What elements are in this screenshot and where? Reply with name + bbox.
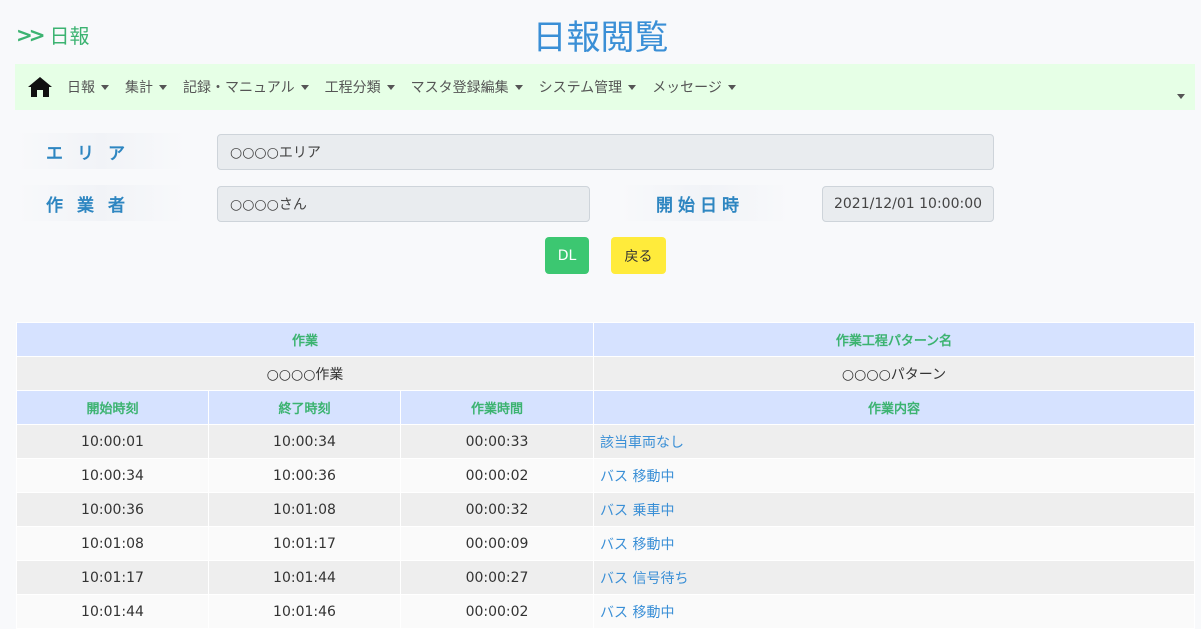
content-link[interactable]: バス 乗車中 xyxy=(593,492,1195,527)
home-icon[interactable] xyxy=(27,76,53,98)
nav-item-label: 記録・マニュアル xyxy=(183,80,295,96)
back-button[interactable]: 戻る xyxy=(611,237,666,274)
end-time-cell: 10:01:17 xyxy=(208,526,401,561)
caret-down-icon xyxy=(386,84,395,90)
content-link[interactable]: バス 移動中 xyxy=(593,594,1195,629)
duration-cell: 00:00:33 xyxy=(399,424,595,459)
col-header-duration: 作業時間 xyxy=(399,390,595,425)
start-time-cell: 10:00:01 xyxy=(16,424,209,459)
start-time-cell: 10:00:34 xyxy=(16,458,209,493)
caret-down-icon xyxy=(727,84,736,90)
nav-item-daily-report[interactable]: 日報 xyxy=(67,77,109,97)
table-row: 10:01:17 10:01:44 00:00:27 バス 信号待ち xyxy=(16,560,1195,595)
work-name-cell: ○○○○作業 xyxy=(15,356,595,391)
caret-down-icon xyxy=(1177,94,1185,99)
col-header-work: 作業 xyxy=(15,322,595,357)
duration-cell: 00:00:02 xyxy=(399,458,595,493)
header: >> 日報 日報閲覧 xyxy=(0,0,1201,64)
worker-label: 作業者 xyxy=(16,185,186,221)
caret-down-icon xyxy=(101,84,109,90)
nav-item-label: メッセージ xyxy=(652,80,722,96)
nav-more-dropdown[interactable] xyxy=(1171,84,1185,103)
duration-cell: 00:00:32 xyxy=(399,492,595,527)
start-time-cell: 10:00:36 xyxy=(16,492,209,527)
caret-down-icon xyxy=(628,84,637,90)
caret-down-icon xyxy=(159,84,167,90)
pattern-name-cell: ○○○○パターン xyxy=(593,356,1195,391)
download-button[interactable]: DL xyxy=(545,237,589,274)
caret-down-icon xyxy=(300,84,309,90)
end-time-cell: 10:01:08 xyxy=(208,492,401,527)
worker-field[interactable]: ○○○○さん xyxy=(217,186,590,222)
area-label: エリア xyxy=(16,133,186,169)
nav-item-master-edit[interactable]: マスタ登録編集 xyxy=(411,77,523,97)
page-title: 日報閲覧 xyxy=(532,18,669,58)
col-header-content: 作業内容 xyxy=(593,390,1195,425)
nav-item-message[interactable]: メッセージ xyxy=(652,77,736,97)
end-time-cell: 10:00:34 xyxy=(208,424,401,459)
caret-down-icon xyxy=(514,84,523,90)
nav-item-label: 工程分類 xyxy=(324,80,381,96)
start-time-cell: 10:01:08 xyxy=(16,526,209,561)
duration-cell: 00:00:09 xyxy=(399,526,595,561)
table-row: 10:00:01 10:00:34 00:00:33 該当車両なし xyxy=(16,424,1195,459)
content-link[interactable]: バス 移動中 xyxy=(593,458,1195,493)
table-row: 10:00:36 10:01:08 00:00:32 バス 乗車中 xyxy=(16,492,1195,527)
nav-item-records-manual[interactable]: 記録・マニュアル xyxy=(183,77,309,97)
end-time-cell: 10:01:46 xyxy=(208,594,401,629)
duration-cell: 00:00:02 xyxy=(399,594,595,629)
start-datetime-label: 開始日時 xyxy=(620,185,790,221)
nav-item-label: 集計 xyxy=(125,80,153,96)
content-link[interactable]: バス 信号待ち xyxy=(593,560,1195,595)
area-field[interactable]: ○○○○エリア xyxy=(217,134,994,170)
end-time-cell: 10:00:36 xyxy=(208,458,401,493)
nav-item-system-admin[interactable]: システム管理 xyxy=(539,77,637,97)
col-header-end: 終了時刻 xyxy=(208,390,401,425)
table-row: 10:01:44 10:01:46 00:00:02 バス 移動中 xyxy=(16,594,1195,629)
table-header-row: 作業 作業工程パターン名 xyxy=(15,322,1195,357)
nav-item-aggregate[interactable]: 集計 xyxy=(125,77,167,97)
col-header-start: 開始時刻 xyxy=(16,390,209,425)
table-info-row: ○○○○作業 ○○○○パターン xyxy=(15,356,1195,391)
start-time-cell: 10:01:44 xyxy=(16,594,209,629)
end-time-cell: 10:01:44 xyxy=(208,560,401,595)
duration-cell: 00:00:27 xyxy=(399,560,595,595)
content-link[interactable]: 該当車両なし xyxy=(593,424,1195,459)
nav-item-process-category[interactable]: 工程分類 xyxy=(325,77,395,97)
table-header-row: 開始時刻 終了時刻 作業時間 作業内容 xyxy=(16,390,1195,425)
col-header-pattern: 作業工程パターン名 xyxy=(593,322,1195,357)
table-row: 10:01:08 10:01:17 00:00:09 バス 移動中 xyxy=(16,526,1195,561)
navbar: 日報 集計 記録・マニュアル 工程分類 マスタ登録編集 システム管理 メッセージ xyxy=(15,64,1195,110)
start-datetime-field[interactable]: 2021/12/01 10:00:00 xyxy=(822,186,994,222)
content-link[interactable]: バス 移動中 xyxy=(593,526,1195,561)
nav-item-label: システム管理 xyxy=(538,80,623,96)
nav-item-label: 日報 xyxy=(67,80,95,96)
nav-item-label: マスタ登録編集 xyxy=(410,80,509,96)
table-row: 10:00:34 10:00:36 00:00:02 バス 移動中 xyxy=(16,458,1195,493)
start-time-cell: 10:01:17 xyxy=(16,560,209,595)
work-table: 作業 作業工程パターン名 ○○○○作業 ○○○○パターン 開始時刻 終了時刻 作… xyxy=(15,322,1195,629)
